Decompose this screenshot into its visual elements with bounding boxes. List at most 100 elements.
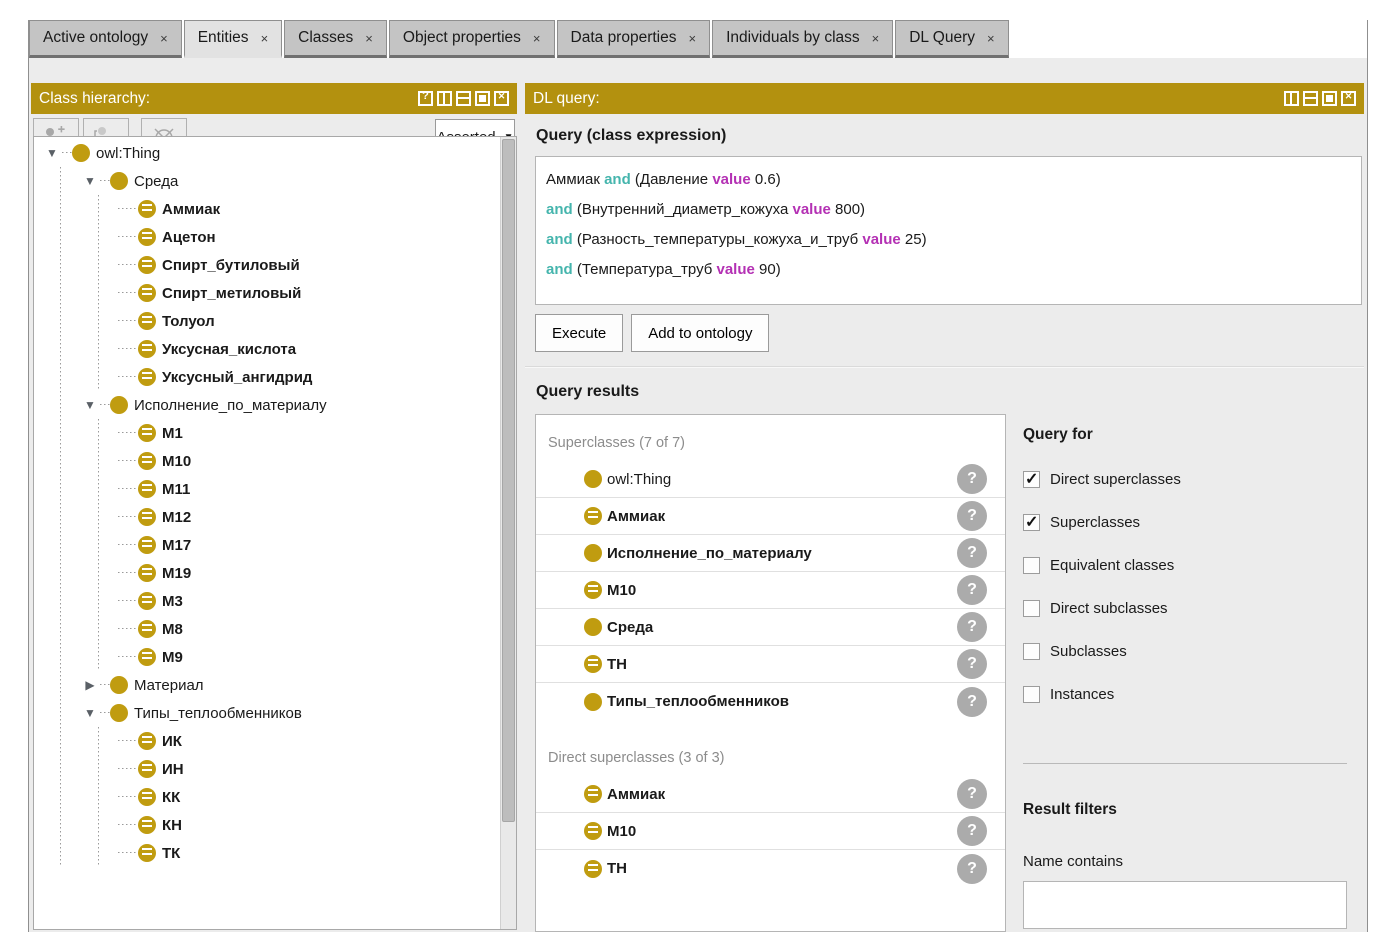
- tab-entities[interactable]: Entities×: [184, 20, 282, 58]
- split-horizontally-icon[interactable]: [456, 91, 471, 106]
- tree-item[interactable]: ТК: [34, 839, 499, 867]
- explain-button[interactable]: ?: [957, 854, 987, 884]
- tab-object-properties[interactable]: Object properties×: [389, 20, 555, 58]
- tree-item[interactable]: ▼Среда: [34, 167, 499, 195]
- tree-item[interactable]: М8: [34, 615, 499, 643]
- query-for-option[interactable]: Direct subclasses: [1023, 587, 1181, 630]
- explain-button[interactable]: ?: [957, 687, 987, 717]
- result-row[interactable]: ТН?: [536, 850, 1005, 887]
- tree-item[interactable]: М9: [34, 643, 499, 671]
- query-for-option[interactable]: Subclasses: [1023, 630, 1181, 673]
- float-icon[interactable]: [1322, 91, 1337, 106]
- expander-open-icon[interactable]: ▼: [42, 146, 62, 160]
- tree-guide: [42, 447, 80, 475]
- tree-scrollbar[interactable]: [500, 137, 516, 929]
- tree-item[interactable]: ИН: [34, 755, 499, 783]
- tree-item[interactable]: М17: [34, 531, 499, 559]
- name-contains-input[interactable]: [1023, 881, 1347, 929]
- tree-item[interactable]: ▼owl:Thing: [34, 139, 499, 167]
- tree-item[interactable]: ▶Материал: [34, 671, 499, 699]
- expander-closed-icon[interactable]: ▶: [80, 678, 100, 692]
- checkbox-unchecked[interactable]: [1023, 643, 1040, 660]
- explain-button[interactable]: ?: [957, 816, 987, 846]
- checkbox-unchecked[interactable]: [1023, 686, 1040, 703]
- result-row[interactable]: Типы_теплообменников?: [536, 683, 1005, 720]
- tree-item[interactable]: М3: [34, 587, 499, 615]
- expander-open-icon[interactable]: ▼: [80, 174, 100, 188]
- tab-data-properties[interactable]: Data properties×: [557, 20, 711, 58]
- tree-item[interactable]: Уксусная_кислота: [34, 335, 499, 363]
- float-icon[interactable]: [475, 91, 490, 106]
- tree-item[interactable]: ИК: [34, 727, 499, 755]
- result-row[interactable]: Аммиак?: [536, 498, 1005, 535]
- tree-item[interactable]: Толуол: [34, 307, 499, 335]
- tree-item[interactable]: М12: [34, 503, 499, 531]
- result-row[interactable]: owl:Thing?: [536, 461, 1005, 498]
- tree-item[interactable]: М19: [34, 559, 499, 587]
- tree-item[interactable]: М11: [34, 475, 499, 503]
- query-for-option[interactable]: Direct superclasses: [1023, 458, 1181, 501]
- expander-open-icon[interactable]: ▼: [80, 398, 100, 412]
- help-icon[interactable]: [418, 91, 433, 106]
- defined-class-icon: [138, 620, 156, 638]
- defined-class-icon: [138, 536, 156, 554]
- tree-item[interactable]: КК: [34, 783, 499, 811]
- checkbox-unchecked[interactable]: [1023, 600, 1040, 617]
- explain-button[interactable]: ?: [957, 649, 987, 679]
- close-icon[interactable]: [494, 91, 509, 106]
- tree-item[interactable]: Ацетон: [34, 223, 499, 251]
- result-row[interactable]: М10?: [536, 572, 1005, 609]
- split-horizontally-icon[interactable]: [1303, 91, 1318, 106]
- explain-button[interactable]: ?: [957, 612, 987, 642]
- add-to-ontology-button[interactable]: Add to ontology: [631, 314, 769, 352]
- defined-class-icon: [138, 816, 156, 834]
- explain-button[interactable]: ?: [957, 779, 987, 809]
- explain-button[interactable]: ?: [957, 501, 987, 531]
- close-icon[interactable]: [1341, 91, 1356, 106]
- tab-close-icon[interactable]: ×: [261, 31, 269, 46]
- tree-item[interactable]: Уксусный_ангидрид: [34, 363, 499, 391]
- tree-item[interactable]: ▼Исполнение_по_материалу: [34, 391, 499, 419]
- tree-item[interactable]: ▼Типы_теплообменников: [34, 699, 499, 727]
- result-row[interactable]: Аммиак?: [536, 776, 1005, 813]
- tree-item[interactable]: М10: [34, 447, 499, 475]
- execute-button[interactable]: Execute: [535, 314, 623, 352]
- tree-item[interactable]: Спирт_бутиловый: [34, 251, 499, 279]
- query-for-option[interactable]: Equivalent classes: [1023, 544, 1181, 587]
- tab-close-icon[interactable]: ×: [987, 31, 995, 46]
- tab-label: DL Query: [909, 29, 975, 47]
- result-row[interactable]: Среда?: [536, 609, 1005, 646]
- split-vertically-icon[interactable]: [1284, 91, 1299, 106]
- query-for-option[interactable]: Instances: [1023, 673, 1181, 716]
- expander-open-icon[interactable]: ▼: [80, 706, 100, 720]
- checkbox-checked[interactable]: [1023, 471, 1040, 488]
- explain-button[interactable]: ?: [957, 538, 987, 568]
- result-row-label: Типы_теплообменников: [607, 693, 789, 710]
- tab-close-icon[interactable]: ×: [160, 31, 168, 46]
- split-vertically-icon[interactable]: [437, 91, 452, 106]
- query-expression-editor[interactable]: Аммиак and (Давление value 0.6)and (Внут…: [535, 156, 1362, 305]
- tree-scrollbar-thumb[interactable]: [502, 139, 515, 822]
- checkbox-checked[interactable]: [1023, 514, 1040, 531]
- query-for-option[interactable]: Superclasses: [1023, 501, 1181, 544]
- result-row[interactable]: Исполнение_по_материалу?: [536, 535, 1005, 572]
- explain-button[interactable]: ?: [957, 575, 987, 605]
- class-icon: [72, 144, 90, 162]
- tree-item[interactable]: Спирт_метиловый: [34, 279, 499, 307]
- checkbox-unchecked[interactable]: [1023, 557, 1040, 574]
- result-row[interactable]: ТН?: [536, 646, 1005, 683]
- tab-classes[interactable]: Classes×: [284, 20, 387, 58]
- tab-close-icon[interactable]: ×: [872, 31, 880, 46]
- result-row[interactable]: М10?: [536, 813, 1005, 850]
- query-for-heading: Query for: [1023, 426, 1093, 444]
- tab-dl-query[interactable]: DL Query ×: [895, 20, 1008, 58]
- explain-button[interactable]: ?: [957, 464, 987, 494]
- tree-item[interactable]: Аммиак: [34, 195, 499, 223]
- tree-item[interactable]: КН: [34, 811, 499, 839]
- tree-item[interactable]: М1: [34, 419, 499, 447]
- tab-close-icon[interactable]: ×: [689, 31, 697, 46]
- tab-close-icon[interactable]: ×: [365, 31, 373, 46]
- tab-close-icon[interactable]: ×: [533, 31, 541, 46]
- tab-active-ontology[interactable]: Active ontology×: [29, 20, 182, 58]
- tab-individuals-by-class[interactable]: Individuals by class×: [712, 20, 893, 58]
